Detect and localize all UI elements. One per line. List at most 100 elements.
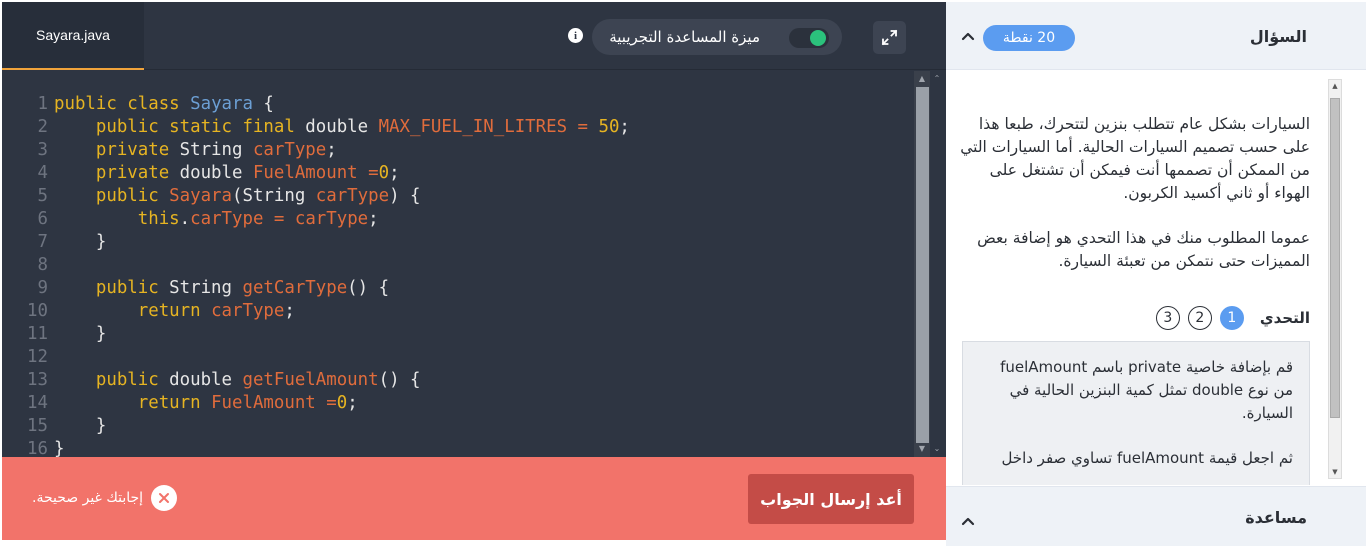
scroll-down-icon[interactable]: ⌄ [932,444,942,454]
code-line: 15 } [2,415,914,438]
code-token: String [169,278,243,298]
scroll-up-icon[interactable]: ▲ [917,74,927,84]
chevron-up-icon[interactable] [960,28,976,44]
code-token: ; [284,301,295,321]
scroll-down-icon[interactable]: ▼ [917,444,927,454]
code-token: carType [211,301,285,321]
question-header[interactable]: السؤال 20 نقطة [946,2,1366,70]
question-scrollbar-thumb[interactable] [1330,98,1340,418]
toggle-knob [810,30,826,46]
code-token: getFuelAmount [242,370,379,390]
scroll-up-icon[interactable]: ⌃ [932,74,942,84]
scroll-up-icon[interactable]: ▲ [1331,82,1339,90]
code-line: 8 [2,254,914,277]
code-token: ; [347,393,358,413]
code-line: 13 public double getFuelAmount() { [2,369,914,392]
code-line: 12 [2,346,914,369]
code-token: (String [232,186,316,206]
code-token: 0 [378,163,390,183]
file-tab-label: Sayara.java [36,27,110,43]
editor-header: Sayara.java i ميزة المساعدة التجريبية [2,2,946,70]
assist-toggle[interactable] [789,28,829,48]
code-text: return carType; [48,300,295,323]
code-token: private [54,140,180,160]
code-token: () { [378,370,421,390]
code-text: this.carType = carType; [48,208,379,231]
resubmit-answer-button[interactable]: أعد إرسال الجواب [748,474,914,524]
code-line: 11 } [2,323,914,346]
code-token: () { [347,278,390,298]
line-number: 8 [37,255,48,275]
code-text: private String carType; [48,139,337,162]
code-line: 5 public Sayara(String carType) { [2,185,914,208]
step-1[interactable]: 1 [1219,306,1244,330]
code-line: 9 public String getCarType() { [2,277,914,300]
code-token: public static final [54,117,306,137]
code-text: public String getCarType() { [48,277,389,300]
info-icon[interactable]: i [568,28,583,43]
code-text: private double FuelAmount =0; [48,162,400,185]
line-number: 15 [27,416,48,436]
code-token: ; [326,140,337,160]
line-number: 4 [37,163,48,183]
challenge-steps: التحدي 1 2 3 [1146,304,1310,332]
line-number: 1 [37,94,48,114]
code-token: carType [252,140,327,160]
points-badge: 20 نقطة [983,25,1075,51]
question-body: السيارات بشكل عام تتطلب بنزين لتتحرك، طب… [946,71,1366,485]
code-token: 50 [598,117,620,137]
code-line: 3 private String carType; [2,139,914,162]
expand-button[interactable] [873,21,906,54]
step-3[interactable]: 3 [1155,306,1180,330]
code-text: } [48,231,106,254]
scroll-down-icon[interactable]: ▼ [1331,468,1339,476]
code-line: 14 return FuelAmount =0; [2,392,914,415]
code-text: public Sayara(String carType) { [48,185,421,208]
code-token: ; [619,117,630,137]
question-text: السيارات بشكل عام تتطلب بنزين لتتحرك، طب… [960,113,1310,273]
error-text: إجابتك غير صحيحة. [32,490,144,506]
code-token: FuelAmount = [211,393,337,413]
code-text: public static final double MAX_FUEL_IN_L… [48,116,630,139]
code-token: } [54,324,107,344]
line-number: 9 [37,278,48,298]
step-2[interactable]: 2 [1187,306,1212,330]
line-number: 14 [27,393,48,413]
code-line: 7 } [2,231,914,254]
challenge-label: التحدي [1259,309,1310,327]
task-paragraph: قم بإضافة خاصية private باسم fuelAmount … [1000,358,1293,422]
code-token: double [169,370,243,390]
code-area[interactable]: 1 public class Sayara {2 public static fi… [2,71,914,459]
file-tab[interactable]: Sayara.java [2,2,144,70]
code-scrollbar-track [914,71,930,457]
code-token: public [54,278,170,298]
help-title: مساعدة [1245,507,1307,527]
line-number: 10 [27,301,48,321]
code-line: 4 private double FuelAmount =0; [2,162,914,185]
chevron-up-icon[interactable] [960,513,976,529]
code-token: public class [54,94,191,114]
code-line: 2 public static final double MAX_FUEL_IN… [2,116,914,139]
assist-toggle-pill[interactable]: ميزة المساعدة التجريبية [592,19,842,55]
code-token: double [305,117,379,137]
code-token: carType [294,209,369,229]
code-line: 6 this.carType = carType; [2,208,914,231]
code-scrollbar[interactable]: ▲ ▼ ⌃ ⌄ [914,71,946,457]
code-text: public class Sayara { [48,93,274,116]
code-token: ) { [389,186,421,206]
code-token: this [54,209,180,229]
line-number: 13 [27,370,48,390]
code-line: 10 return carType; [2,300,914,323]
code-scrollbar-thumb[interactable] [916,87,929,443]
line-number: 2 [37,117,48,137]
question-scrollbar[interactable]: ▲ ▼ [1328,79,1342,479]
line-number: 7 [37,232,48,252]
code-token: MAX_FUEL_IN_LITRES [378,117,568,137]
code-token: ; [368,209,379,229]
code-token: getCarType [242,278,348,298]
code-line: 1 public class Sayara { [2,93,914,116]
error-message: إجابتك غير صحيحة. [32,485,178,511]
help-header[interactable]: مساعدة [946,486,1366,546]
